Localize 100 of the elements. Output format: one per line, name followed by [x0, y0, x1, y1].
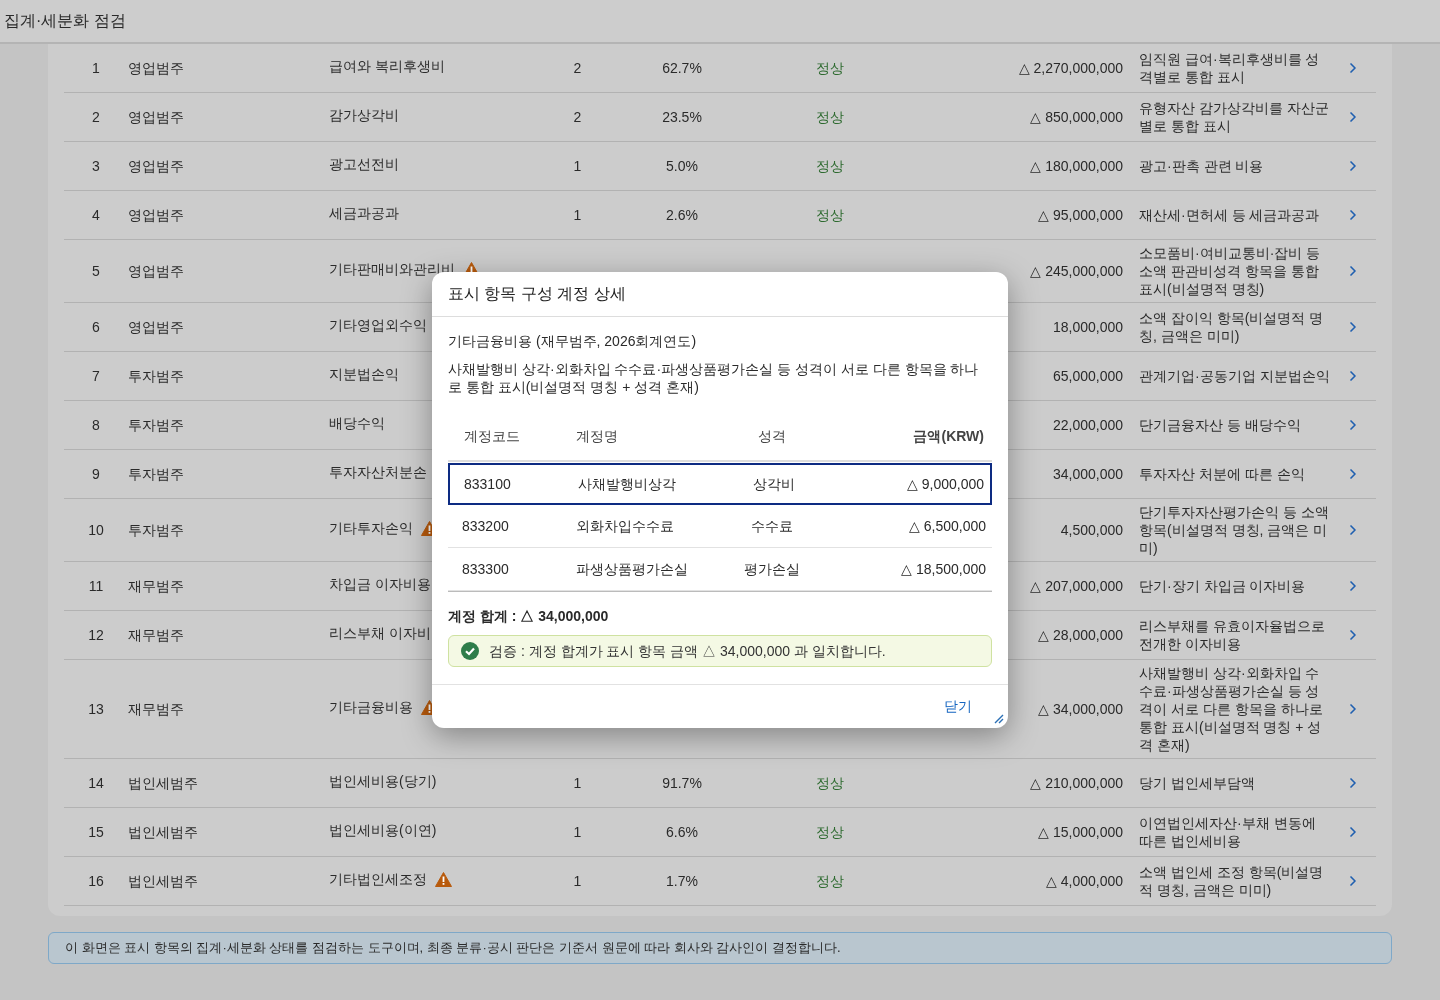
- share-cell-text: 1.7%: [665, 871, 699, 891]
- item-name: 리스부채 이자비: [329, 623, 431, 643]
- account-type: 수수료: [750, 516, 794, 536]
- description-cell-text: 소모품비·여비교통비·잡비 등 소액 판관비성격 항목을 통합 표시(비설명적 명칭): [1139, 244, 1322, 298]
- category-cell-text: 재무범주: [128, 625, 185, 645]
- row-number: 1: [91, 58, 101, 78]
- account-row[interactable]: 833300 파생상품평가손실 평가손실 △ 18,500,000: [448, 548, 992, 591]
- description-cell: 관계기업·공동기업 지분법손익: [1139, 367, 1331, 385]
- account-row[interactable]: 833200 외화차입수수료 수수료 △ 6,500,000: [448, 505, 992, 548]
- share-cell-text: 62.7%: [661, 58, 703, 78]
- amount-cell-text: △ 28,000,000: [1038, 625, 1123, 645]
- table-row[interactable]: 1 영업범주 급여와 복리후생비 2 62.7% 정상 △ 2,270,000,000 임직원 급여·복리후생비를 성격별로 통합 표시: [64, 44, 1376, 93]
- description-cell-text: 소액 법인세 조정 항목(비설명적 명칭, 금액은 미미): [1139, 863, 1325, 899]
- description-cell-text: 단기·장기 차입금 이자비용: [1139, 577, 1307, 595]
- description-cell-text: 당기 법인세부담액: [1139, 774, 1256, 792]
- description-cell-text: 투자자산 처분에 따른 손익: [1139, 465, 1306, 483]
- item-name: 기타판매비와관리비: [329, 259, 455, 279]
- account-row[interactable]: 833100 사채발행비상각 상각비 △ 9,000,000: [448, 463, 992, 505]
- dialog-subtitle: 기타금융비용 (재무범주, 2026회계연도): [448, 332, 698, 351]
- share-cell-text: 23.5%: [661, 107, 703, 127]
- row-number: 10: [87, 520, 105, 540]
- row-number: 4: [91, 205, 101, 225]
- account-name: 파생상품평가손실: [576, 559, 689, 579]
- share-cell-text: 91.7%: [661, 773, 703, 793]
- table-row[interactable]: 3 영업범주 광고선전비 1 5.0% 정상 △ 180,000,000 광고·판촉 관련 비용: [64, 142, 1376, 191]
- row-number: 15: [87, 822, 105, 842]
- account-code: 833200: [461, 516, 510, 536]
- account-amount: △ 9,000,000: [905, 474, 985, 494]
- dialog-title: 표시 항목 구성 계정 상세: [448, 284, 626, 304]
- count-cell-text: 1: [572, 156, 583, 176]
- close-button[interactable]: 닫기: [942, 696, 974, 717]
- amount-cell-text: △ 4,000,000: [1045, 871, 1123, 891]
- account-amount: △ 18,500,000: [900, 559, 987, 579]
- share-cell-text: 2.6%: [665, 205, 699, 225]
- category-cell-text: 투자범주: [128, 366, 185, 386]
- description-cell-text: 재산세·면허세 등 세금과공과: [1139, 206, 1321, 224]
- category-cell-text: 법인세범주: [128, 871, 199, 891]
- amount-cell-text: △ 245,000,000: [1030, 261, 1123, 281]
- row-number: 12: [87, 625, 105, 645]
- table-row[interactable]: 14 법인세범주 법인세비용(당기) 1 91.7% 정상 △ 210,000,000 당기 법인세부담액: [64, 759, 1376, 808]
- amount-cell-text: 4,500,000: [1060, 520, 1123, 540]
- account-total: 계정 합계 : △ 34,000,000: [448, 607, 610, 626]
- check-circle-icon: [461, 642, 479, 660]
- status-label: 정상: [816, 773, 844, 793]
- category-cell-text: 재무범주: [128, 576, 185, 596]
- status-label: 정상: [816, 205, 844, 225]
- description-cell-text: 리스부채를 유효이자율법으로 전개한 이자비용: [1139, 617, 1326, 653]
- item-name: 차입금 이자비용: [329, 574, 431, 594]
- dialog-description: 사채발행비 상각·외화차입 수수료·파생상품평가손실 등 성격이 서로 다른 항목을 하나로 통합 표시(비설명적 명칭 + 성격 혼재): [448, 360, 980, 396]
- item-name: 급여와 복리후생비: [329, 56, 445, 76]
- table-row[interactable]: 4 영업범주 세금과공과 1 2.6% 정상 △ 95,000,000 재산세·면허세 등 세금과공과: [64, 191, 1376, 240]
- account-code: 833300: [461, 559, 510, 579]
- row-number: 2: [91, 107, 101, 127]
- item-name: 기타영업외수익: [329, 315, 427, 335]
- description-cell-text: 단기금융자산 등 배당수익: [1139, 416, 1302, 434]
- category-cell-text: 투자범주: [128, 464, 185, 484]
- resize-handle-icon[interactable]: [994, 714, 1004, 724]
- status-label: 정상: [816, 107, 844, 127]
- item-name: 배당수익: [329, 413, 385, 433]
- column-header: 계정코드: [463, 426, 521, 446]
- item-name: 지분법손익: [329, 364, 399, 384]
- item-name: 기타투자손익: [329, 518, 413, 538]
- category-cell-text: 영업범주: [128, 317, 185, 337]
- row-number: 9: [91, 464, 101, 484]
- amount-cell-text: △ 95,000,000: [1038, 205, 1123, 225]
- description-cell-text: 이연법인세자산·부채 변동에 따른 법인세비용: [1139, 814, 1317, 850]
- account-type: 평가손실: [744, 559, 800, 579]
- account-name: 사채발행비상각: [578, 474, 677, 494]
- account-code: 833100: [463, 474, 512, 494]
- page-title: 집계·세분화 점검: [4, 11, 126, 31]
- table-row[interactable]: 15 법인세범주 법인세비용(이연) 1 6.6% 정상 △ 15,000,000 이연법인세자산·부채 변동에 따른 법인세비용: [64, 808, 1376, 857]
- row-number: 11: [87, 576, 105, 596]
- category-cell-text: 영업범주: [128, 107, 185, 127]
- row-number: 3: [91, 156, 101, 176]
- count-cell-text: 2: [572, 107, 583, 127]
- row-number: 13: [87, 699, 105, 719]
- description-cell-text: 소액 잡이익 항목(비설명적 명칭, 금액은 미미): [1139, 309, 1325, 345]
- share-cell-text: 5.0%: [665, 156, 699, 176]
- category-cell-text: 영업범주: [128, 261, 185, 281]
- table-row[interactable]: 2 영업범주 감가상각비 2 23.5% 정상 △ 850,000,000 유형자산 감가상각비를 자산군별로 통합 표시: [64, 93, 1376, 142]
- count-cell-text: 1: [572, 822, 583, 842]
- row-number: 8: [91, 415, 101, 435]
- amount-cell-text: △ 210,000,000: [1030, 773, 1123, 793]
- item-name: 세금과공과: [329, 203, 399, 223]
- verification-text: 검증 : 계정 합계가 표시 항목 금액 △ 34,000,000 과 일치합니다.: [489, 641, 886, 661]
- item-name: 법인세비용(이연): [329, 820, 437, 840]
- category-cell-text: 법인세범주: [128, 822, 199, 842]
- category-cell-text: 영업범주: [128, 58, 185, 78]
- category-cell-text: 투자범주: [128, 415, 185, 435]
- table-row[interactable]: 16 법인세범주 기타법인세조정 1 1.7% 정상 △ 4,000,000 소액 법인세 조정 항목(비설명적 명칭, 금액은 미미): [64, 857, 1376, 906]
- category-cell-text: 투자범주: [128, 520, 185, 540]
- status-label: 정상: [816, 58, 844, 78]
- amount-cell-text: 34,000,000: [1052, 464, 1123, 484]
- count-cell-text: 1: [572, 773, 583, 793]
- item-name: 투자자산처분손: [329, 462, 427, 482]
- amount-cell-text: 65,000,000: [1052, 366, 1123, 386]
- count-cell-text: 1: [572, 871, 583, 891]
- description-cell-text: 단기투자자산평가손익 등 소액 항목(비설명적 명칭, 금액은 미미): [1139, 503, 1330, 557]
- column-header: 금액(KRW): [912, 426, 985, 446]
- amount-cell-text: 22,000,000: [1052, 415, 1123, 435]
